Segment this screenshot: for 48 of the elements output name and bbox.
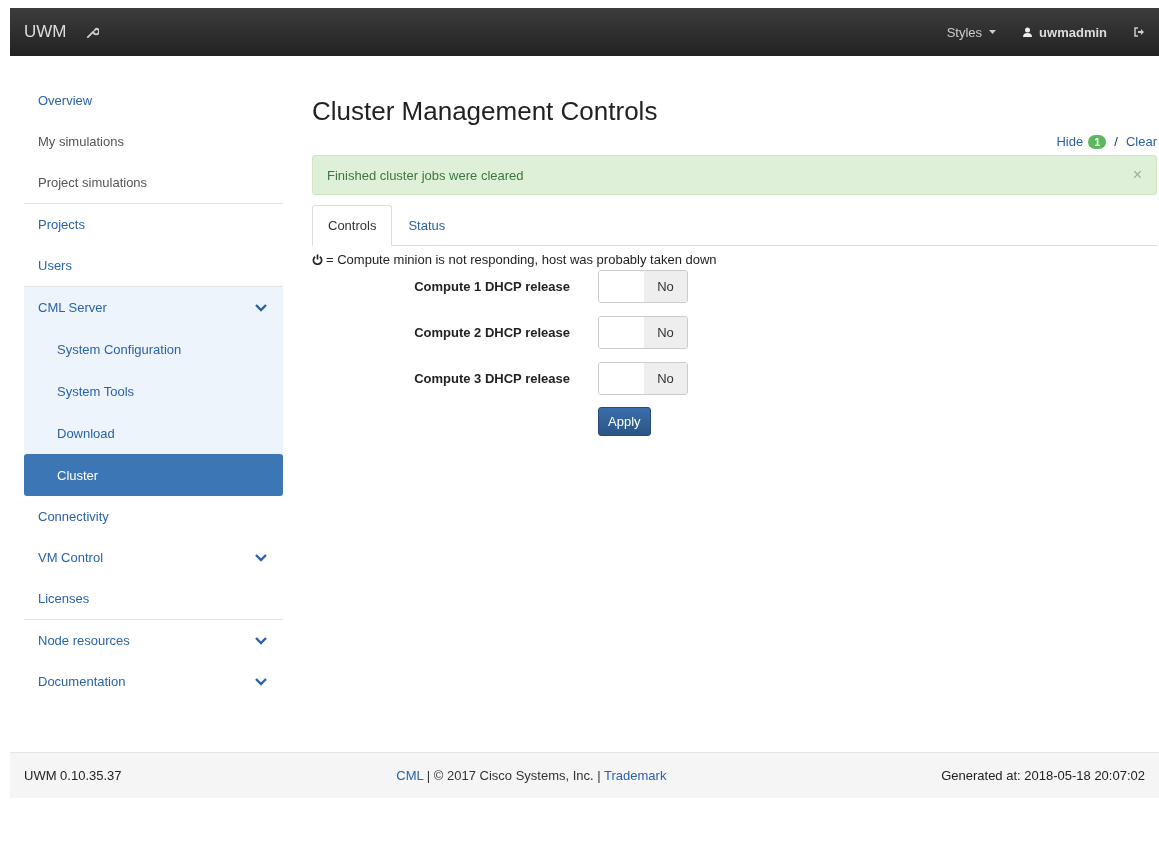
- toggle-switch[interactable]: No: [598, 362, 688, 395]
- sidebar-item[interactable]: Node resources: [24, 620, 283, 661]
- sidebar-subitem[interactable]: System Configuration: [24, 328, 283, 370]
- styles-menu[interactable]: Styles: [946, 24, 983, 40]
- chevron-icon: [255, 636, 267, 645]
- wrench-icon[interactable]: [86, 25, 100, 39]
- trademark-link[interactable]: Trademark: [604, 768, 667, 783]
- sidebar-item[interactable]: CML Server: [24, 287, 283, 328]
- sidebar-item[interactable]: Projects: [24, 204, 283, 245]
- sidebar-item[interactable]: My simulations: [24, 121, 283, 162]
- brand-link[interactable]: UWM: [24, 22, 67, 42]
- user-icon: [1023, 27, 1033, 37]
- apply-button[interactable]: Apply: [598, 407, 651, 436]
- hide-link[interactable]: Hide: [1056, 134, 1084, 149]
- sidebar-item[interactable]: Overview: [24, 80, 283, 121]
- sidebar-item[interactable]: Connectivity: [24, 496, 283, 537]
- sidebar-subitem[interactable]: System Tools: [24, 370, 283, 412]
- logout-icon[interactable]: [1134, 27, 1145, 37]
- control-label: Compute 1 DHCP release: [413, 279, 570, 294]
- sidebar-item[interactable]: VM Control: [24, 537, 283, 578]
- copyright-text: CML | © 2017 Cisco Systems, Inc. | Trademark: [396, 768, 667, 783]
- control-label: Compute 2 DHCP release: [413, 325, 570, 340]
- sidebar-subitem[interactable]: Download: [24, 412, 283, 454]
- chevron-icon: [255, 553, 267, 562]
- alert-message: Finished cluster jobs were cleared: [327, 167, 524, 183]
- tab[interactable]: Controls: [312, 205, 393, 246]
- sidebar-item[interactable]: Licenses: [24, 578, 283, 619]
- sidebar-subitem[interactable]: Cluster: [24, 454, 283, 496]
- control-label: Compute 3 DHCP release: [413, 371, 570, 386]
- count-badge: 1: [1088, 134, 1107, 149]
- page-title: Cluster Management Controls: [312, 95, 659, 128]
- cml-link[interactable]: CML: [396, 768, 424, 783]
- tab[interactable]: Status: [392, 205, 462, 246]
- sidebar-item[interactable]: Documentation: [24, 661, 283, 702]
- version-text: UWM 0.10.35.37: [24, 768, 122, 783]
- power-icon: [312, 254, 323, 265]
- sidebar-item[interactable]: Project simulations: [24, 162, 283, 203]
- clear-link[interactable]: Clear: [1125, 134, 1157, 149]
- toggle-switch[interactable]: No: [598, 316, 688, 349]
- separator-text: /: [1114, 134, 1118, 149]
- legend-text: = Compute minion is not responding, host was probably taken down: [326, 252, 717, 267]
- toggle-switch[interactable]: No: [598, 270, 688, 303]
- chevron-icon: [255, 303, 267, 312]
- user-menu[interactable]: uwmadmin: [1039, 24, 1107, 40]
- chevron-icon: [255, 677, 267, 686]
- sidebar-item[interactable]: Users: [24, 245, 283, 286]
- caret-icon: [989, 30, 997, 34]
- generated-timestamp: Generated at: 2018-05-18 20:07:02: [941, 768, 1145, 783]
